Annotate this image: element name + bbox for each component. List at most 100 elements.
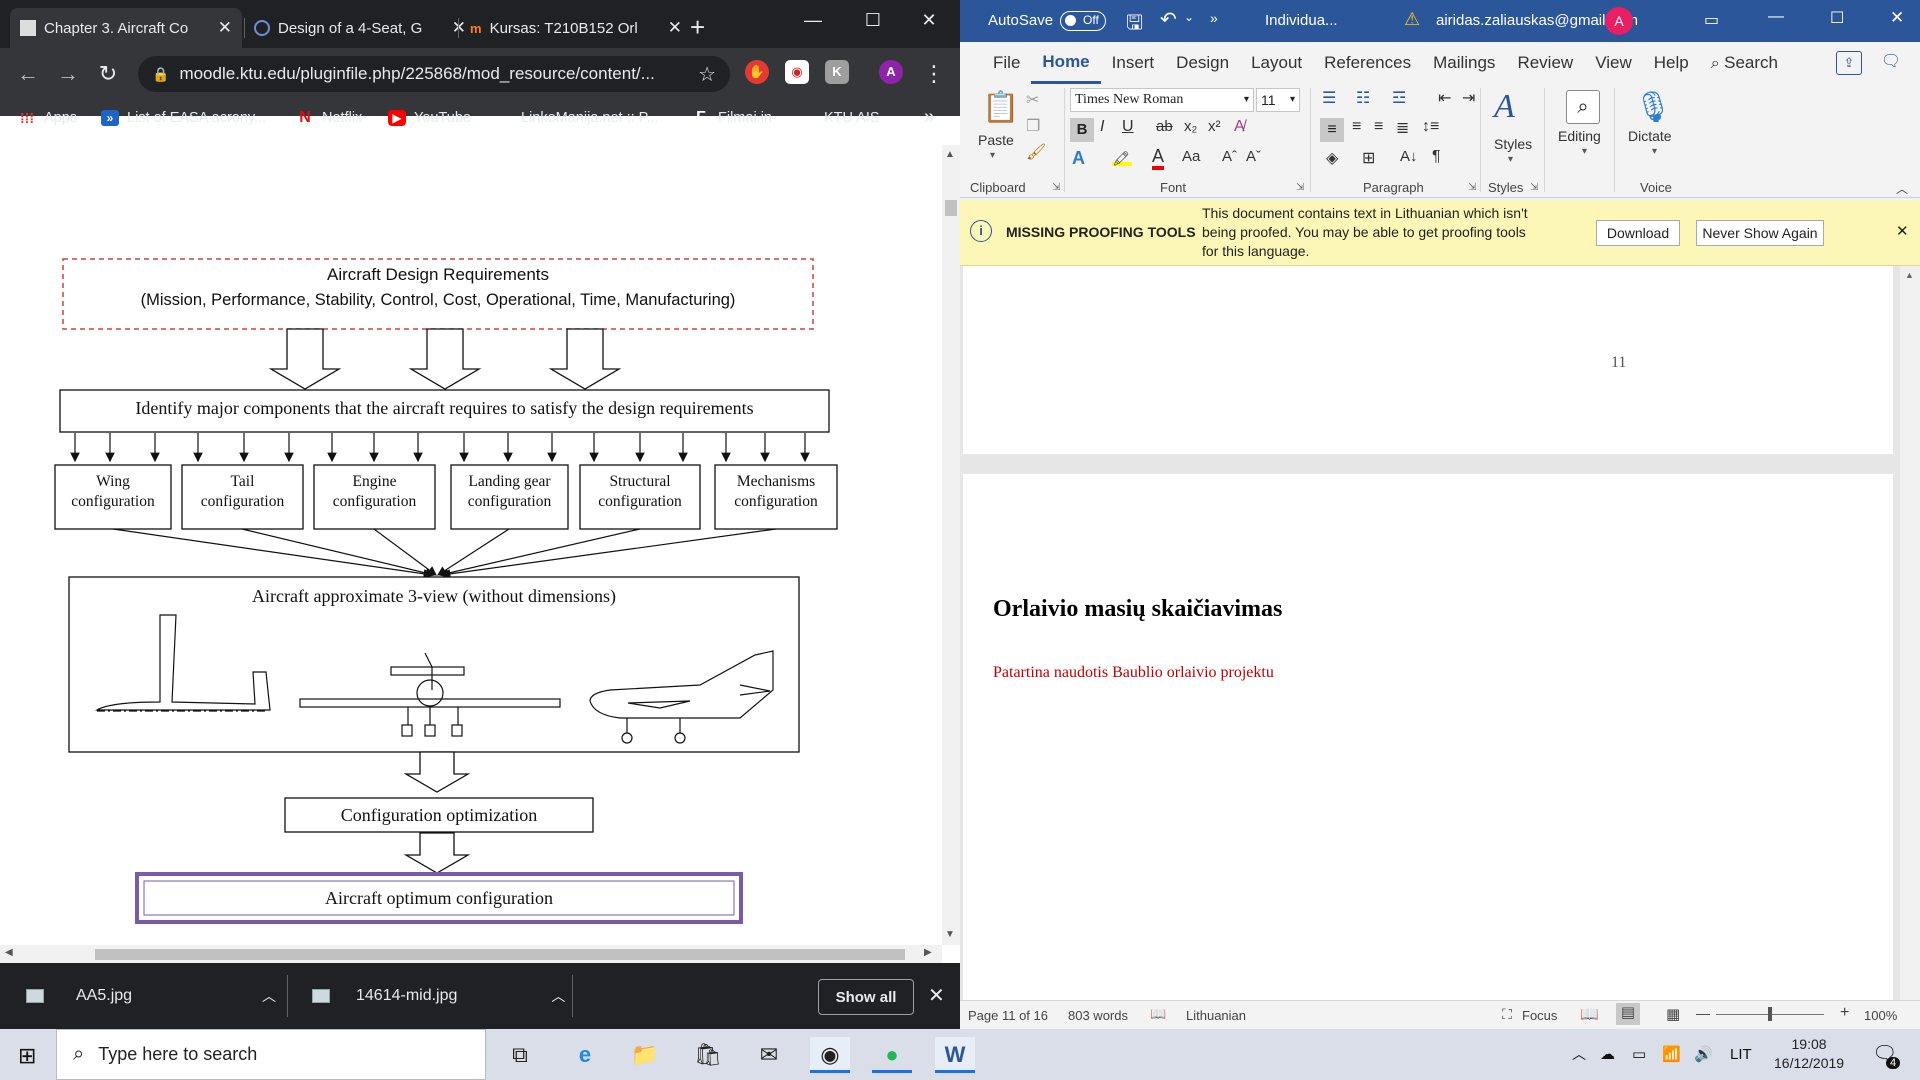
paste-icon[interactable]: 📋 xyxy=(982,90,1019,128)
tab-layout[interactable]: Layout xyxy=(1240,42,1313,84)
back-arrow-icon[interactable]: ← xyxy=(14,60,42,88)
taskbar-search[interactable]: ⌕ Type here to search xyxy=(56,1029,486,1080)
tab-home[interactable]: Home xyxy=(1031,42,1101,84)
close-tab-icon[interactable]: ✕ xyxy=(218,18,232,38)
chevron-down-icon[interactable]: ▾ xyxy=(990,150,995,161)
bookmark-ktu-ais[interactable]: KTU AIS xyxy=(824,110,880,126)
customize-toolbar-icon[interactable]: » xyxy=(1210,10,1218,26)
decrease-indent-icon[interactable]: ⇤ xyxy=(1438,88,1451,108)
minimize-button[interactable]: — xyxy=(1768,8,1784,26)
styles-launcher-icon[interactable]: ⇲ xyxy=(1530,182,1538,193)
bookmark-linkomanija[interactable]: ⤳ LinkoManija.net :: P... xyxy=(495,110,658,126)
address-bar[interactable]: 🔒 moodle.ktu.edu/pluginfile.php/225868/m… xyxy=(138,56,730,92)
paragraph-launcher-icon[interactable]: ⇲ xyxy=(1468,182,1476,193)
microphone-icon[interactable]: 🎙 xyxy=(1634,90,1672,125)
download-button[interactable]: Download xyxy=(1596,220,1680,246)
clear-formatting-icon[interactable]: A̸ xyxy=(1234,118,1245,136)
onedrive-icon[interactable]: ☁ xyxy=(1600,1029,1615,1080)
font-size-select[interactable]: 11 ▾ xyxy=(1256,88,1300,112)
task-view-icon[interactable]: ⧉ xyxy=(500,1037,540,1073)
document-page-12[interactable]: Orlaivio masių skaičiavimas Patartina na… xyxy=(963,474,1893,1004)
save-icon[interactable]: 🖫 xyxy=(1126,8,1143,42)
editing-button[interactable]: Editing xyxy=(1558,128,1601,144)
tab-review[interactable]: Review xyxy=(1506,42,1584,84)
battery-icon[interactable]: ▭ xyxy=(1632,1029,1646,1080)
bookmark-netflix[interactable]: N Netflix xyxy=(296,110,362,127)
wifi-icon[interactable]: 📶 xyxy=(1662,1029,1681,1080)
cut-icon[interactable]: ✂ xyxy=(1026,90,1039,110)
shrink-font-icon[interactable]: Aˇ xyxy=(1246,148,1261,165)
scroll-thumb[interactable] xyxy=(945,200,957,216)
styles-icon[interactable]: A xyxy=(1494,88,1515,126)
scroll-thumb-h[interactable] xyxy=(95,949,905,960)
maximize-button[interactable]: ☐ xyxy=(1830,8,1844,28)
focus-button[interactable]: Focus xyxy=(1522,1008,1557,1023)
close-window-button[interactable]: ✕ xyxy=(906,0,952,40)
tab-view[interactable]: View xyxy=(1584,42,1643,84)
extension-pocket-icon[interactable]: ◉ xyxy=(785,60,809,84)
download-item-14614[interactable]: 14614-mid.jpg ︿ xyxy=(312,963,565,1029)
extension-stop-icon[interactable]: ✋ xyxy=(745,60,769,84)
bookmark-apps[interactable]: ⁞⁞⁞ Apps xyxy=(18,110,77,126)
tab-design[interactable]: Design xyxy=(1165,42,1240,84)
tab-mailings[interactable]: Mailings xyxy=(1422,42,1506,84)
autosave-toggle[interactable]: Off xyxy=(1060,11,1106,31)
forward-arrow-icon[interactable]: → xyxy=(54,60,82,88)
proofing-icon[interactable]: 📖 xyxy=(1150,1006,1166,1022)
ribbon-display-icon[interactable]: ▭ xyxy=(1704,10,1719,30)
chrome-menu-icon[interactable]: ⋮ xyxy=(920,60,948,88)
input-language[interactable]: LIT xyxy=(1730,1029,1752,1080)
horizontal-scrollbar[interactable]: ◀ ▶ xyxy=(0,945,942,963)
download-item-aa5[interactable]: AA5.jpg ︿ xyxy=(26,963,276,1029)
document-subtext[interactable]: Patartina naudotis Baublio orlaivio proj… xyxy=(993,664,1274,682)
show-paragraph-marks-icon[interactable]: ¶ xyxy=(1432,148,1441,166)
file-explorer-icon[interactable]: 📁 xyxy=(625,1037,665,1073)
tab-insert[interactable]: Insert xyxy=(1101,42,1166,84)
spotify-icon[interactable]: ● xyxy=(872,1037,912,1073)
sort-icon[interactable]: A↓ xyxy=(1400,148,1418,165)
profile-avatar[interactable]: A xyxy=(879,60,903,84)
close-window-button[interactable]: ✕ xyxy=(1890,8,1904,28)
scroll-down-icon[interactable]: ▼ xyxy=(945,929,955,940)
word-taskbar-icon[interactable]: W xyxy=(935,1037,975,1073)
read-mode-icon[interactable]: 📖 xyxy=(1580,1005,1599,1023)
borders-icon[interactable]: ⊞ xyxy=(1362,148,1375,168)
scroll-right-icon[interactable]: ▶ xyxy=(924,947,932,958)
minimize-button[interactable]: — xyxy=(790,0,836,40)
strikethrough-button[interactable]: ab xyxy=(1156,118,1173,135)
store-icon[interactable]: 🛍 xyxy=(688,1037,728,1073)
windows-start-icon[interactable]: ⊞ xyxy=(18,1043,36,1069)
web-layout-icon[interactable]: ▦ xyxy=(1666,1005,1680,1023)
print-layout-icon[interactable]: ▤ xyxy=(1616,1003,1640,1025)
maximize-button[interactable]: ☐ xyxy=(850,0,896,40)
chevron-up-icon[interactable]: ︿ xyxy=(551,986,565,1006)
show-all-downloads-button[interactable]: Show all xyxy=(818,979,914,1015)
chrome-taskbar-icon[interactable]: ◉ xyxy=(810,1037,850,1073)
close-tab-icon[interactable]: ✕ xyxy=(668,18,682,38)
font-launcher-icon[interactable]: ⇲ xyxy=(1296,182,1304,193)
comments-icon[interactable]: 🗨 xyxy=(1878,51,1904,75)
line-spacing-icon[interactable]: ↕≡ xyxy=(1422,118,1439,136)
volume-icon[interactable]: 🔊 xyxy=(1694,1029,1713,1080)
change-case-icon[interactable]: Aa xyxy=(1182,148,1200,165)
grow-font-icon[interactable]: Aˆ xyxy=(1222,148,1237,165)
dictate-button[interactable]: Dictate xyxy=(1628,128,1672,144)
edge-icon[interactable]: e xyxy=(565,1037,605,1073)
bold-button[interactable]: B xyxy=(1070,118,1094,142)
new-tab-button[interactable]: + xyxy=(690,12,705,43)
word-vertical-scrollbar[interactable]: ▲ xyxy=(1900,266,1920,1014)
zoom-in-icon[interactable]: + xyxy=(1840,1004,1849,1022)
font-name-select[interactable]: Times New Roman ▾ xyxy=(1070,88,1254,112)
extension-k-icon[interactable]: K xyxy=(825,60,849,84)
chevron-up-icon[interactable]: ︿ xyxy=(262,986,276,1006)
scroll-up-icon[interactable]: ▲ xyxy=(1905,270,1914,280)
zoom-level[interactable]: 100% xyxy=(1864,1008,1897,1023)
focus-icon[interactable]: ⛶ xyxy=(1502,1006,1512,1023)
tab-design-4seat[interactable]: Design of a 4-Seat, G ✕ xyxy=(244,8,476,48)
language-indicator[interactable]: Lithuanian xyxy=(1186,1008,1246,1023)
tab-chapter3[interactable]: Chapter 3. Aircraft Co ✕ xyxy=(10,8,242,48)
clock[interactable]: 19:08 16/12/2019 xyxy=(1774,1035,1844,1073)
account-avatar[interactable]: A xyxy=(1605,7,1633,35)
tab-search[interactable]: ⌕ Search xyxy=(1700,42,1789,84)
copy-icon[interactable]: ❐ xyxy=(1026,116,1040,136)
